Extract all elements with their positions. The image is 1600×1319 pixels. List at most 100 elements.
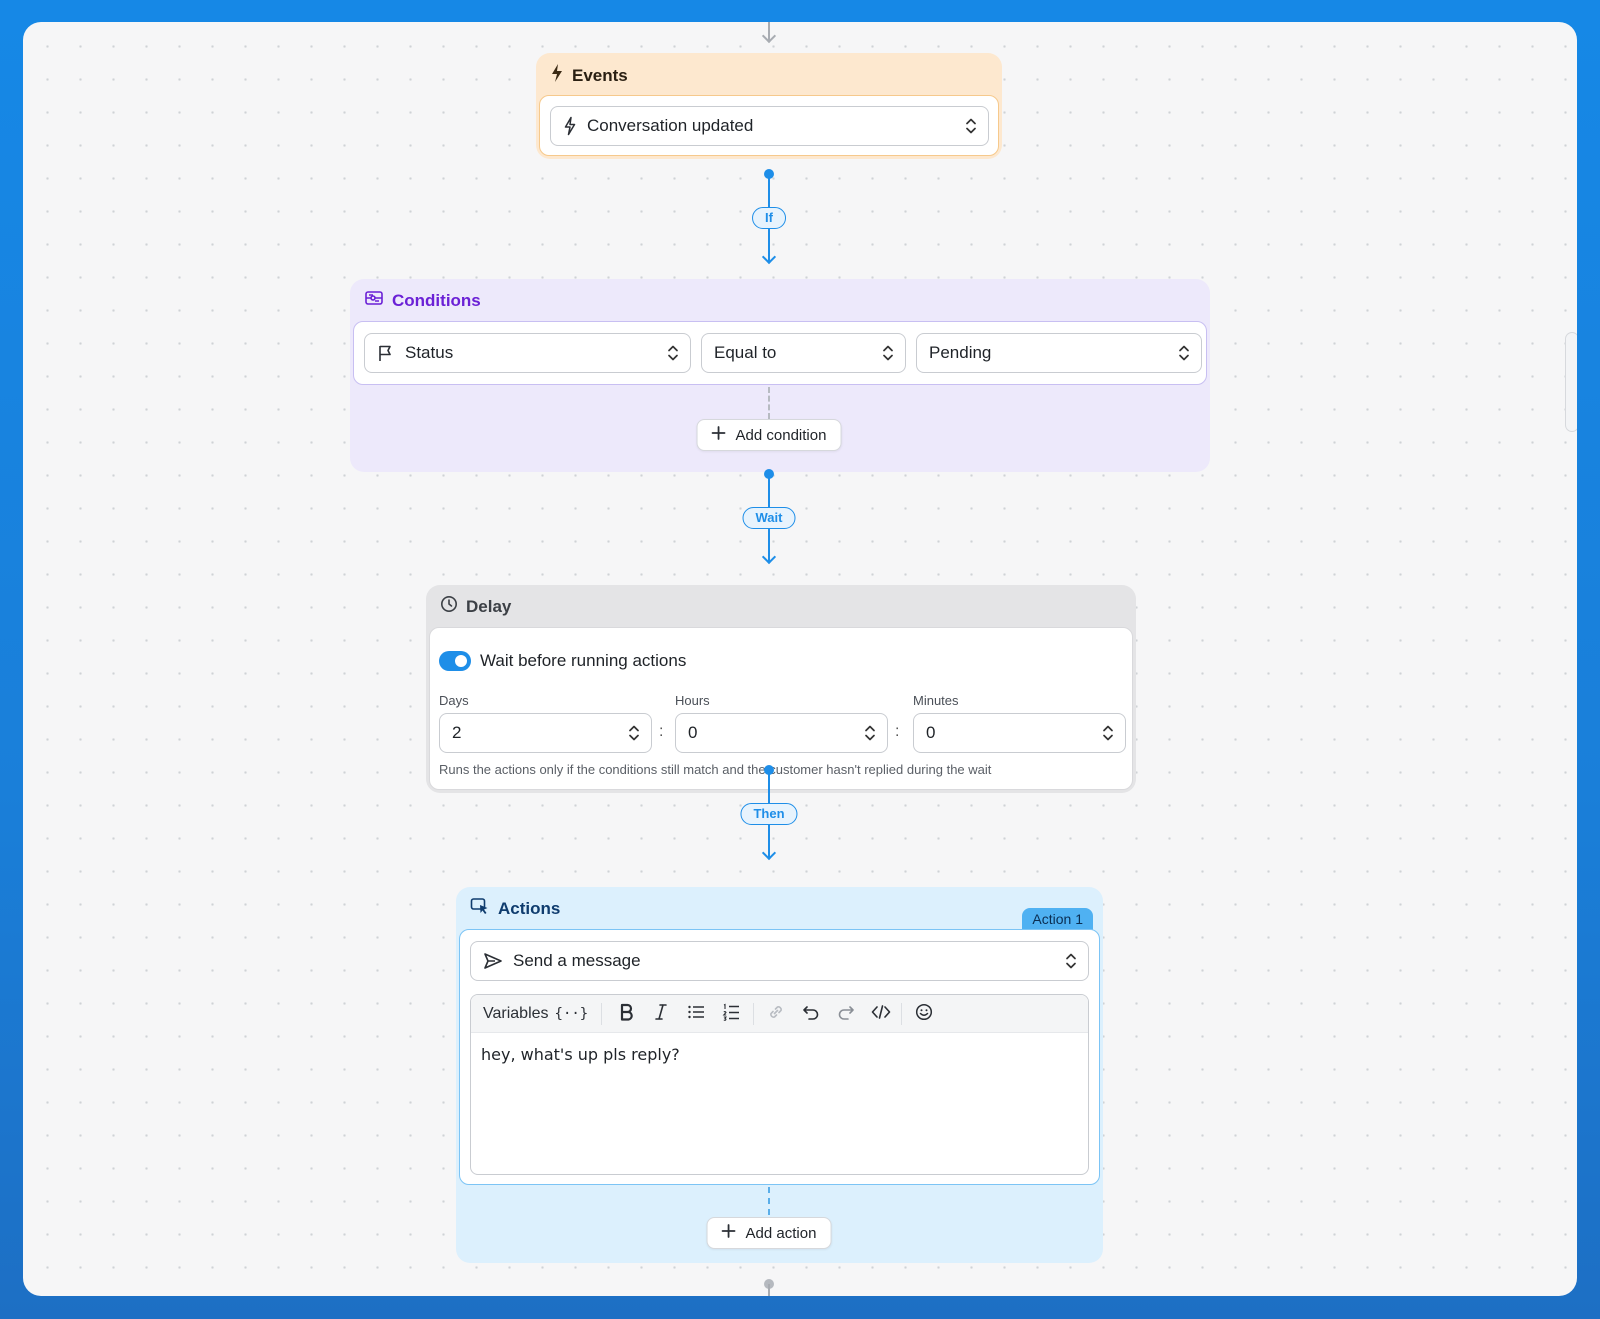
conditions-card: Conditions Status Equal to Pending Add c…	[350, 279, 1210, 472]
delay-help-text: Runs the actions only if the conditions …	[439, 762, 992, 777]
actions-header: Actions	[470, 897, 560, 920]
conditions-title: Conditions	[392, 290, 481, 310]
bullet-list-icon	[687, 1004, 705, 1025]
italic-button[interactable]	[646, 995, 676, 1033]
if-label: If	[752, 207, 786, 229]
italic-icon	[653, 1003, 669, 1026]
if-connector-arrow	[761, 249, 777, 265]
bold-icon	[618, 1003, 634, 1026]
chevron-updown-icon[interactable]	[627, 723, 641, 743]
smiley-icon	[915, 1003, 933, 1026]
add-condition-label: Add condition	[735, 426, 827, 444]
add-condition-button[interactable]: Add condition	[696, 419, 842, 451]
message-editor: Variables {··} hey, what's up pls reply?	[470, 994, 1089, 1175]
link-button[interactable]	[761, 995, 791, 1033]
action-type-select[interactable]: Send a message	[470, 941, 1089, 981]
undo-button[interactable]	[796, 995, 826, 1033]
hours-minutes-separator: :	[895, 723, 900, 740]
events-header: Events	[550, 63, 628, 88]
delay-title: Delay	[466, 596, 512, 616]
message-textarea[interactable]: hey, what's up pls reply?	[471, 1033, 1088, 1174]
chevron-updown-icon	[666, 343, 680, 363]
toolbar-divider	[901, 1003, 902, 1025]
toolbar-divider	[601, 1003, 602, 1025]
then-connector-arrow	[761, 845, 777, 861]
chevron-updown-icon	[881, 343, 895, 363]
message-text: hey, what's up pls reply?	[481, 1045, 680, 1064]
outgoing-connector	[768, 1284, 770, 1296]
events-card: Events Conversation updated	[536, 53, 1002, 159]
days-value: 2	[452, 723, 462, 742]
bullet-list-button[interactable]	[681, 995, 711, 1033]
conditions-icon	[364, 289, 384, 312]
days-hours-separator: :	[659, 723, 664, 740]
days-stepper[interactable]: 2	[439, 713, 652, 753]
wait-toggle-label: Wait before running actions	[480, 651, 687, 670]
trigger-value: Conversation updated	[587, 116, 754, 135]
send-icon	[483, 952, 503, 970]
bold-button[interactable]	[611, 995, 641, 1033]
minutes-value: 0	[926, 723, 936, 742]
incoming-arrow	[761, 28, 777, 44]
wait-toggle[interactable]	[439, 651, 471, 671]
clock-icon	[440, 595, 458, 618]
action-badge: Action 1	[1022, 908, 1093, 930]
trigger-select[interactable]: Conversation updated	[550, 106, 989, 146]
plus-icon	[721, 1224, 736, 1242]
minutes-stepper[interactable]: 0	[913, 713, 1126, 753]
chevron-updown-icon	[1177, 343, 1191, 363]
wait-connector-arrow	[761, 549, 777, 565]
conditions-dashed-line	[768, 387, 770, 419]
emoji-button[interactable]	[909, 995, 939, 1033]
delay-card: Delay Wait before running actions Days H…	[426, 585, 1136, 793]
hours-label: Hours	[675, 693, 710, 708]
undo-icon	[802, 1003, 820, 1026]
condition-value-select[interactable]: Pending	[916, 333, 1202, 373]
condition-field-value: Status	[405, 343, 454, 362]
hours-stepper[interactable]: 0	[675, 713, 888, 753]
actions-dashed-line	[768, 1187, 770, 1215]
redo-icon	[837, 1003, 855, 1026]
conditions-header: Conditions	[364, 289, 481, 312]
action-badge-label: Action 1	[1032, 911, 1083, 927]
add-action-button[interactable]: Add action	[706, 1217, 832, 1249]
redo-button[interactable]	[831, 995, 861, 1033]
bolt-icon	[550, 63, 564, 88]
wait-label: Wait	[742, 507, 796, 529]
condition-field-select[interactable]: Status	[364, 333, 691, 373]
canvas-edge-handle[interactable]	[1565, 332, 1577, 432]
variables-button[interactable]: Variables {··}	[483, 995, 593, 1033]
then-label: Then	[740, 803, 798, 825]
code-icon	[871, 1004, 891, 1025]
events-title: Events	[572, 65, 628, 85]
condition-operator-select[interactable]: Equal to	[701, 333, 906, 373]
cursor-click-icon	[470, 897, 490, 920]
flag-icon	[377, 344, 395, 362]
hours-value: 0	[688, 723, 698, 742]
workflow-canvas[interactable]: Events Conversation updated If Condition…	[23, 22, 1577, 1296]
action-type-value: Send a message	[513, 951, 641, 970]
delay-header: Delay	[440, 595, 511, 618]
minutes-label: Minutes	[913, 693, 959, 708]
plus-icon	[711, 426, 726, 444]
toolbar-divider	[753, 1003, 754, 1025]
bolt-outline-icon	[563, 116, 577, 136]
numbered-list-icon	[722, 1003, 740, 1026]
editor-toolbar: Variables {··}	[471, 995, 1088, 1033]
actions-title: Actions	[498, 898, 561, 918]
chevron-updown-icon[interactable]	[1101, 723, 1115, 743]
condition-value-value: Pending	[929, 343, 992, 362]
actions-card: Actions Action 1 Send a message Variable…	[456, 887, 1103, 1263]
variables-label: Variables	[483, 1005, 549, 1022]
chevron-updown-icon	[1064, 951, 1078, 971]
link-icon	[767, 1003, 785, 1026]
condition-operator-value: Equal to	[714, 343, 777, 362]
days-label: Days	[439, 693, 469, 708]
braces-icon: {··}	[554, 1006, 589, 1022]
add-action-label: Add action	[745, 1224, 817, 1242]
wait-toggle-knob	[455, 655, 467, 667]
chevron-updown-icon	[964, 116, 978, 136]
numbered-list-button[interactable]	[716, 995, 746, 1033]
code-button[interactable]	[866, 995, 896, 1033]
chevron-updown-icon[interactable]	[863, 723, 877, 743]
